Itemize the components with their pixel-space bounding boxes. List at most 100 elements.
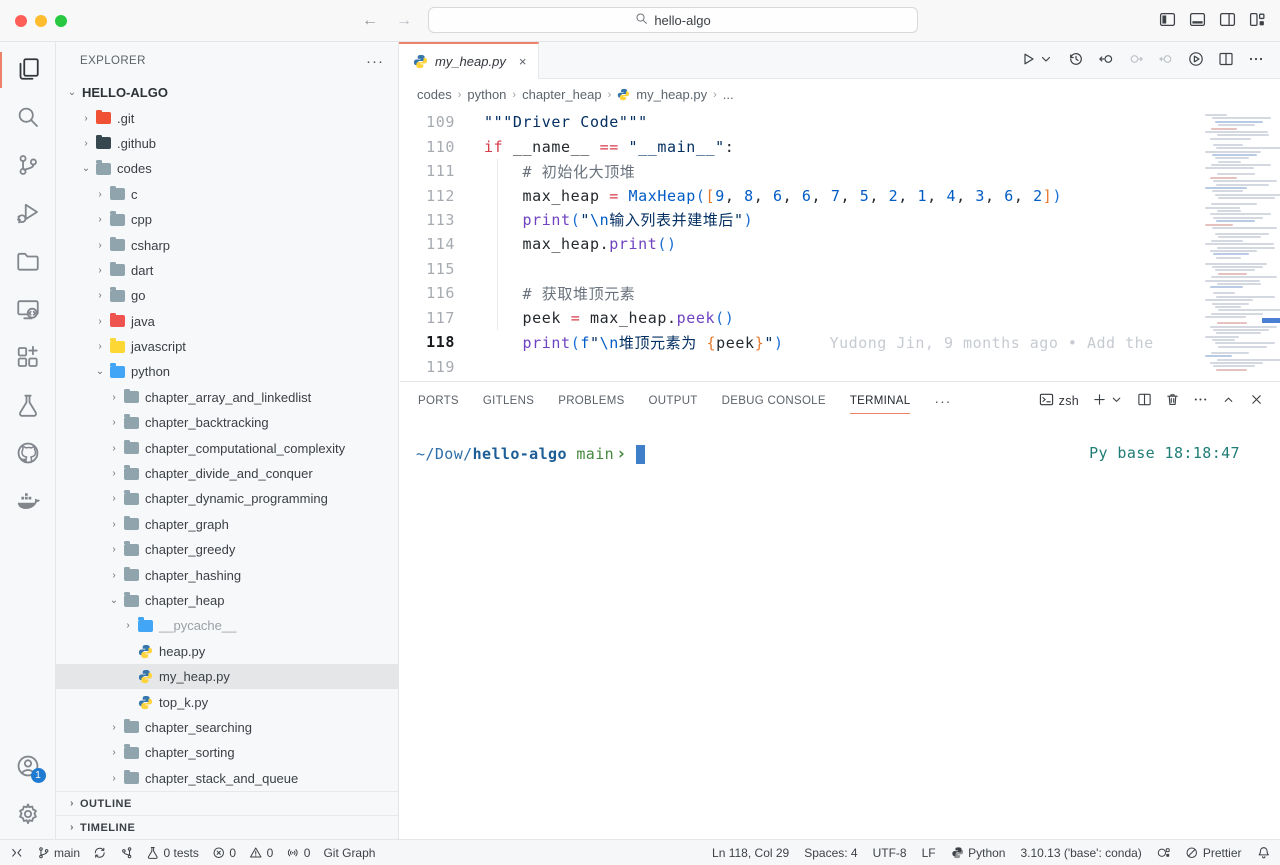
code-line-109[interactable]: 109"""Driver Code""" — [399, 110, 1195, 134]
tree-item-chapter-graph[interactable]: ›chapter_graph — [56, 512, 398, 537]
code-line-116[interactable]: 116 # 获取堆顶元素 — [399, 281, 1195, 305]
tree-item-javascript[interactable]: ›javascript — [56, 334, 398, 359]
tree-item-c[interactable]: ›c — [56, 182, 398, 207]
panel-more-tabs-icon[interactable]: ··· — [934, 393, 951, 409]
panel-more-actions-icon[interactable] — [1193, 392, 1208, 410]
status-python[interactable]: Python — [951, 846, 1006, 860]
code-line-114[interactable]: 114 max_heap.print() — [399, 232, 1195, 256]
status-hub[interactable] — [1157, 846, 1171, 860]
status-lf[interactable]: LF — [922, 846, 936, 860]
activity-item-accounts[interactable]: 1 — [0, 743, 56, 791]
terminal[interactable]: ~/Dow/hello-algo main› Py base 18:18:47 — [400, 420, 1280, 839]
breadcrumb-item[interactable]: python — [467, 87, 506, 102]
panel-tab-terminal[interactable]: TERMINAL — [850, 382, 911, 420]
tree-item-csharp[interactable]: ›csharp — [56, 232, 398, 257]
zoom-window-button[interactable] — [55, 15, 67, 27]
tree-item-chapter-array-and-linkedlist[interactable]: ›chapter_array_and_linkedlist — [56, 385, 398, 410]
toggle-sidebar-icon[interactable] — [1159, 11, 1176, 31]
close-tab-icon[interactable]: × — [519, 54, 527, 69]
code-line-111[interactable]: 111 # 初始化大顶堆 — [399, 159, 1195, 183]
panel-tab-debug-console[interactable]: DEBUG CONSOLE — [722, 382, 826, 420]
panel-tab-ports[interactable]: PORTS — [418, 382, 459, 420]
maximize-panel-icon[interactable] — [1221, 392, 1236, 410]
tree-item-java[interactable]: ›java — [56, 309, 398, 334]
status-3-10-13-base-conda[interactable]: 3.10.13 ('base': conda) — [1020, 846, 1141, 860]
code-line-112[interactable]: 112 max_heap = MaxHeap([9, 8, 6, 6, 7, 5… — [399, 183, 1195, 207]
split-editor-icon[interactable] — [1218, 51, 1234, 70]
activity-item-remote-explorer[interactable] — [0, 286, 56, 334]
breadcrumb[interactable]: codes›python›chapter_heap›my_heap.py›... — [399, 79, 1280, 110]
activity-item-search[interactable] — [0, 94, 56, 142]
tree-item--git[interactable]: ›.git — [56, 105, 398, 130]
status-remote[interactable] — [10, 846, 24, 860]
tree-item-codes[interactable]: ⌄codes — [56, 156, 398, 181]
code-line-119[interactable]: 119 — [399, 354, 1195, 378]
status-git-graph[interactable]: Git Graph — [323, 846, 375, 860]
tree-item-dart[interactable]: ›dart — [56, 258, 398, 283]
activity-item-folder[interactable] — [0, 238, 56, 286]
tree-item-chapter-searching[interactable]: ›chapter_searching — [56, 715, 398, 740]
run-python-file-icon[interactable] — [1020, 51, 1036, 70]
split-terminal-icon[interactable] — [1137, 392, 1152, 410]
status-bell[interactable] — [1257, 846, 1271, 860]
activity-item-testing[interactable] — [0, 382, 56, 430]
tree-item-chapter-hashing[interactable]: ›chapter_hashing — [56, 562, 398, 587]
tree-item-chapter-greedy[interactable]: ›chapter_greedy — [56, 537, 398, 562]
status-0[interactable]: 0 — [212, 846, 236, 860]
activity-item-run-debug[interactable] — [0, 190, 56, 238]
forward-icon[interactable]: → — [396, 12, 412, 30]
activity-item-github[interactable] — [0, 430, 56, 478]
status-prettier[interactable]: Prettier — [1185, 846, 1241, 860]
tree-item-python[interactable]: ⌄python — [56, 359, 398, 384]
tree-item-chapter-stack-and-queue[interactable]: ›chapter_stack_and_queue — [56, 766, 398, 791]
tree-item-heap-py[interactable]: heap.py — [56, 639, 398, 664]
status-main[interactable]: main — [37, 846, 81, 860]
status-0-tests[interactable]: 0 tests — [146, 846, 199, 860]
tree-item-chapter-heap[interactable]: ⌄chapter_heap — [56, 588, 398, 613]
status-0[interactable]: 0 — [249, 846, 273, 860]
code-line-118[interactable]: 118 print(f"\n堆顶元素为 {peek}")Yudong Jin, … — [399, 330, 1195, 354]
tree-item-go[interactable]: ›go — [56, 283, 398, 308]
explorer-more-actions-icon[interactable]: ··· — [366, 53, 384, 70]
tree-item-my-heap-py[interactable]: my_heap.py — [56, 664, 398, 689]
activity-item-explorer[interactable] — [0, 46, 56, 94]
tree-item-chapter-dynamic-programming[interactable]: ›chapter_dynamic_programming — [56, 486, 398, 511]
breadcrumb-item[interactable]: chapter_heap — [522, 87, 602, 102]
breadcrumb-item[interactable]: codes — [417, 87, 452, 102]
run-dropdown-icon[interactable] — [1038, 51, 1054, 70]
code-line-115[interactable]: 115 — [399, 257, 1195, 281]
close-window-button[interactable] — [15, 15, 27, 27]
panel-tab-output[interactable]: OUTPUT — [649, 382, 698, 420]
command-center-search[interactable]: hello-algo — [428, 7, 918, 33]
more-actions-icon[interactable] — [1248, 51, 1264, 70]
status-0[interactable]: 0 — [286, 846, 310, 860]
terminal-dropdown-icon[interactable] — [1109, 392, 1124, 410]
tree-item-chapter-backtracking[interactable]: ›chapter_backtracking — [56, 410, 398, 435]
breadcrumb-item[interactable]: ... — [723, 87, 734, 102]
tree-item--github[interactable]: ›.github — [56, 131, 398, 156]
toggle-panel-icon[interactable] — [1189, 11, 1206, 31]
new-terminal-icon[interactable] — [1092, 392, 1107, 410]
breadcrumb-item[interactable]: my_heap.py — [636, 87, 707, 102]
status-compare[interactable] — [120, 846, 134, 860]
tree-item-cpp[interactable]: ›cpp — [56, 207, 398, 232]
section-timeline[interactable]: ›TIMELINE — [56, 815, 398, 839]
status-sync[interactable] — [93, 846, 107, 860]
panel-tab-gitlens[interactable]: GITLENS — [483, 382, 534, 420]
minimize-window-button[interactable] — [35, 15, 47, 27]
status-spaces-4[interactable]: Spaces: 4 — [804, 846, 857, 860]
activity-item-source-control[interactable] — [0, 142, 56, 190]
activity-item-settings[interactable] — [0, 791, 56, 839]
code-line-117[interactable]: 117 peek = max_heap.peek() — [399, 306, 1195, 330]
tree-item-top-k-py[interactable]: top_k.py — [56, 689, 398, 714]
activity-item-docker[interactable] — [0, 478, 56, 526]
open-changes-icon[interactable] — [1098, 51, 1114, 70]
tree-item-chapter-sorting[interactable]: ›chapter_sorting — [56, 740, 398, 765]
status-utf-8[interactable]: UTF-8 — [873, 846, 907, 860]
status-ln-118-col-29[interactable]: Ln 118, Col 29 — [712, 846, 789, 860]
tab-my-heap[interactable]: my_heap.py × — [399, 42, 539, 79]
customize-layout-icon[interactable] — [1249, 11, 1266, 31]
gitlens-icon[interactable] — [1188, 51, 1204, 70]
file-history-icon[interactable] — [1068, 51, 1084, 70]
tree-item-chapter-computational-complexity[interactable]: ›chapter_computational_complexity — [56, 435, 398, 460]
